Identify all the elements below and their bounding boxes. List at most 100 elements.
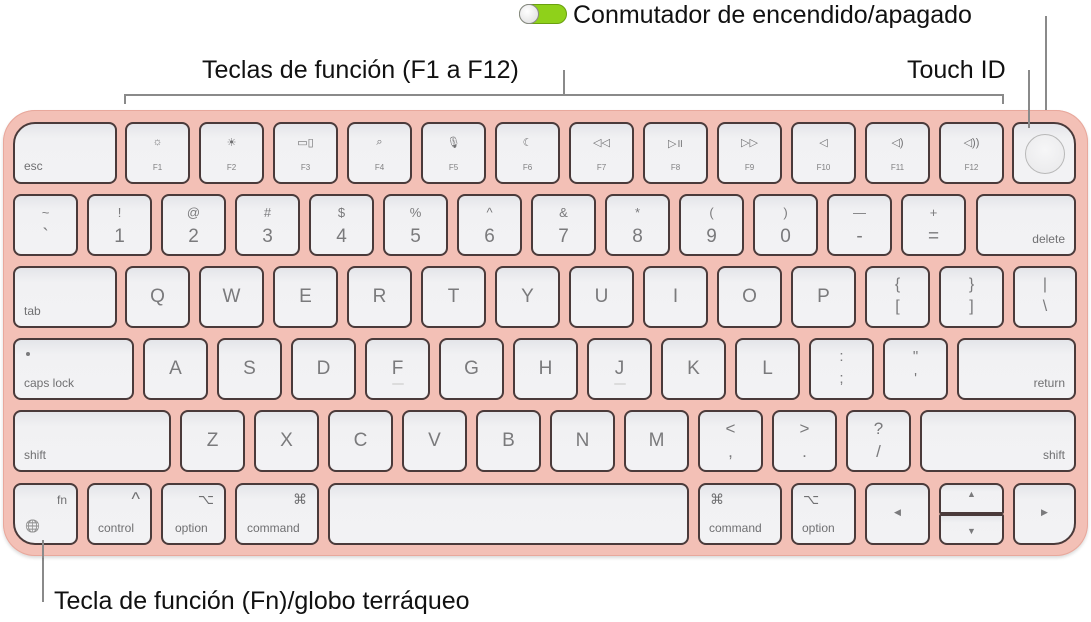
key-arrow-right[interactable]: ▶ xyxy=(1013,483,1076,545)
key-shift-right[interactable]: shift xyxy=(920,410,1076,472)
key-1[interactable]: ! 1 xyxy=(87,194,152,256)
key-backtick[interactable]: ~ ` xyxy=(13,194,78,256)
key-j[interactable]: J xyxy=(587,338,652,400)
key-d[interactable]: D xyxy=(291,338,356,400)
key-9[interactable]: (9 xyxy=(679,194,744,256)
key-punct-1[interactable]: " ' xyxy=(883,338,948,400)
key-5[interactable]: % 5 xyxy=(383,194,448,256)
key-y[interactable]: Y xyxy=(495,266,560,328)
key-label: option xyxy=(802,521,835,535)
key-c[interactable]: C xyxy=(328,410,393,472)
key-t[interactable]: T xyxy=(421,266,486,328)
key-x[interactable]: X xyxy=(254,410,319,472)
key-f8[interactable]: ▷॥ F8 xyxy=(643,122,708,184)
key-main-symbol: T xyxy=(447,286,460,307)
key-f1[interactable]: ☼ F1 xyxy=(125,122,190,184)
key-=[interactable]: + = xyxy=(901,194,966,256)
key-bracket-0[interactable]: {[ xyxy=(865,266,930,328)
key-n[interactable]: N xyxy=(550,410,615,472)
key-punct-shift-1[interactable]: >. xyxy=(772,410,837,472)
key-punct-shift-0[interactable]: <, xyxy=(698,410,763,472)
key-f5[interactable]: 🎙 F5 xyxy=(421,122,486,184)
key-z[interactable]: Z xyxy=(180,410,245,472)
key-v[interactable]: V xyxy=(402,410,467,472)
key-f2[interactable]: ☀ F2 xyxy=(199,122,264,184)
key-label: esc xyxy=(24,159,43,173)
key-bracket-2[interactable]: | \ xyxy=(1013,266,1077,328)
key-f4[interactable]: ⌕ F4 xyxy=(347,122,412,184)
key-h[interactable]: H xyxy=(513,338,578,400)
key-f6[interactable]: ☾ F6 xyxy=(495,122,560,184)
key-shift-symbol: $ xyxy=(337,205,346,220)
key-tab[interactable]: tab xyxy=(13,266,117,328)
key-command-left[interactable]: ⌘ command xyxy=(235,483,319,545)
key-return[interactable]: return xyxy=(957,338,1076,400)
magic-keyboard: esc ☼ F1 ☀ F2 ▭▯ F3 ⌕ F4 🎙 F5 ☾ F6 ◁◁ F7 ▷॥ F8 ▷▷ F9 ◁ F10 ◁)… xyxy=(3,110,1088,556)
key-arrow-left[interactable]: ◀ xyxy=(865,483,930,545)
key-f3[interactable]: ▭▯ F3 xyxy=(273,122,338,184)
key-option-right[interactable]: ⌥ option xyxy=(791,483,856,545)
key-4[interactable]: $4 xyxy=(309,194,374,256)
key-k[interactable]: K xyxy=(661,338,726,400)
key-main-symbol: Z xyxy=(206,430,219,451)
key-2[interactable]: @2 xyxy=(161,194,226,256)
key-space[interactable] xyxy=(328,483,689,545)
key-l[interactable]: L xyxy=(735,338,800,400)
key-arrow-down[interactable]: ▼ xyxy=(939,514,1004,545)
option-symbol-icon: ⌥ xyxy=(197,491,214,507)
key-delete[interactable]: delete xyxy=(976,194,1076,256)
key-f7[interactable]: ◁◁ F7 xyxy=(569,122,634,184)
key-f11[interactable]: ◁) F11 xyxy=(865,122,930,184)
key-main-symbol: C xyxy=(353,430,368,451)
key-main-symbol: X xyxy=(280,430,293,451)
key-label: F3 xyxy=(300,163,311,172)
key-r[interactable]: R xyxy=(347,266,412,328)
key-g[interactable]: G xyxy=(439,338,504,400)
key-bracket-1[interactable]: }] xyxy=(939,266,1004,328)
key-m[interactable]: M xyxy=(624,410,689,472)
key-a[interactable]: A xyxy=(143,338,208,400)
key-label: F8 xyxy=(670,163,681,172)
key-main-symbol: S xyxy=(243,358,256,379)
key-q[interactable]: Q xyxy=(125,266,190,328)
key-f[interactable]: F xyxy=(365,338,430,400)
key-i[interactable]: I xyxy=(643,266,708,328)
key-arrow-up[interactable]: ▲ xyxy=(939,483,1004,514)
volume-up-icon: ◁)) xyxy=(963,137,980,149)
home-key-bump-icon xyxy=(391,383,404,385)
key-command-right[interactable]: ⌘ command xyxy=(698,483,782,545)
key-b[interactable]: B xyxy=(476,410,541,472)
key-6[interactable]: ^ 6 xyxy=(457,194,522,256)
key-s[interactable]: S xyxy=(217,338,282,400)
key-e[interactable]: E xyxy=(273,266,338,328)
key-o[interactable]: O xyxy=(717,266,782,328)
key-f10[interactable]: ◁ F10 xyxy=(791,122,856,184)
caps-lock-indicator-icon xyxy=(26,352,30,356)
key-7[interactable]: & 7 xyxy=(531,194,596,256)
key--[interactable]: — - xyxy=(827,194,892,256)
key-shift-left[interactable]: shift xyxy=(13,410,171,472)
rewind-icon: ◁◁ xyxy=(593,137,610,149)
key-w[interactable]: W xyxy=(199,266,264,328)
key-punct-0[interactable]: :; xyxy=(809,338,874,400)
key-main-symbol: 5 xyxy=(410,226,421,247)
key-option-left[interactable]: ⌥ option xyxy=(161,483,226,545)
key-f12[interactable]: ◁)) F12 xyxy=(939,122,1004,184)
key-esc[interactable]: esc xyxy=(13,122,117,184)
key-control[interactable]: ^ control xyxy=(87,483,152,545)
key-u[interactable]: U xyxy=(569,266,634,328)
key-0[interactable]: ) 0 xyxy=(753,194,818,256)
key-shift-symbol: ? xyxy=(873,419,884,438)
key-main-symbol: D xyxy=(316,358,331,379)
key-main-symbol: L xyxy=(762,358,773,379)
key-punct-shift-2[interactable]: ? / xyxy=(846,410,911,472)
key-shift-symbol: & xyxy=(559,205,568,220)
key-fn-globe[interactable]: fn 🌐 xyxy=(13,483,78,545)
key-3[interactable]: #3 xyxy=(235,194,300,256)
key-p[interactable]: P xyxy=(791,266,856,328)
key-f9[interactable]: ▷▷ F9 xyxy=(717,122,782,184)
key-caps-lock[interactable]: caps lock xyxy=(13,338,134,400)
touch-id-button[interactable] xyxy=(1012,122,1076,184)
key-label: F9 xyxy=(744,163,755,172)
key-8[interactable]: * 8 xyxy=(605,194,670,256)
